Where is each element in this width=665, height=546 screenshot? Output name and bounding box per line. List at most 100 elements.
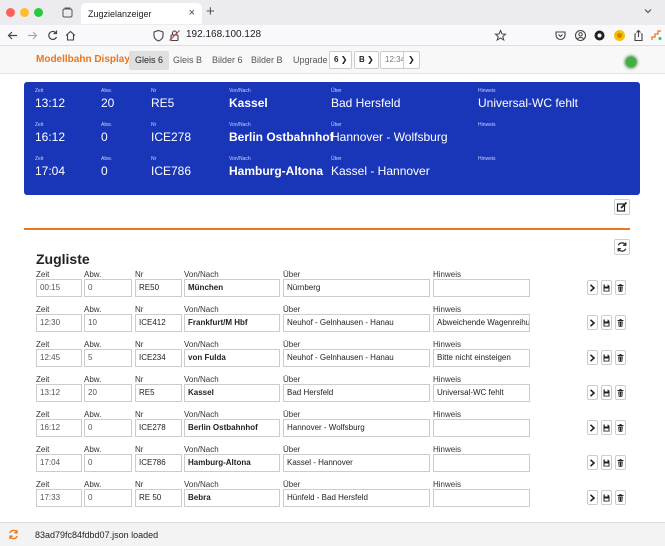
save-button[interactable] — [601, 455, 612, 470]
play-button[interactable] — [587, 315, 598, 330]
ueber-input[interactable]: Nürnberg — [283, 279, 430, 297]
nr-input[interactable]: RE 50 — [135, 489, 182, 507]
vonnach-input[interactable]: Berlin Ostbahnhof — [184, 419, 280, 437]
nav-link-upgrade[interactable]: Upgrade — [287, 51, 334, 70]
quick-button-gleis-6[interactable]: 6 ❯ — [329, 51, 353, 69]
account-icon[interactable] — [574, 29, 587, 42]
delete-button[interactable] — [615, 385, 626, 400]
vonnach-input[interactable]: Hamburg-Altona — [184, 454, 280, 472]
play-button[interactable] — [587, 455, 598, 470]
nr-input[interactable]: RE5 — [135, 384, 182, 402]
new-tab-icon[interactable]: + — [206, 3, 215, 20]
extension-badge-icon[interactable] — [613, 29, 626, 42]
minimize-window-button[interactable] — [20, 8, 29, 17]
zeit-input[interactable]: 00:15 — [36, 279, 82, 297]
play-button[interactable] — [587, 350, 598, 365]
shield-icon[interactable] — [152, 29, 165, 42]
forward-arrow-icon[interactable] — [26, 29, 39, 42]
play-button[interactable] — [587, 280, 598, 295]
vonnach-input[interactable]: Frankfurt/M Hbf — [184, 314, 280, 332]
play-icon — [589, 354, 596, 362]
ueber-input[interactable]: Bad Hersfeld — [283, 384, 430, 402]
abw-input[interactable]: 0 — [84, 454, 132, 472]
insecure-connection-icon[interactable] — [168, 29, 181, 42]
nav-link-gleis-b[interactable]: Gleis B — [167, 51, 208, 70]
save-button[interactable] — [601, 385, 612, 400]
hinweis-input[interactable] — [433, 419, 530, 437]
play-button[interactable] — [587, 490, 598, 505]
save-button[interactable] — [601, 420, 612, 435]
ueber-input[interactable]: Kassel - Hannover — [283, 454, 430, 472]
home-icon[interactable] — [64, 29, 77, 42]
delete-button[interactable] — [615, 280, 626, 295]
hinweis-input[interactable] — [433, 279, 530, 297]
bookmark-star-icon[interactable] — [494, 29, 507, 42]
nr-input[interactable]: ICE786 — [135, 454, 182, 472]
brand-title[interactable]: Modellbahn Displays — [36, 54, 135, 65]
abw-input[interactable]: 0 — [84, 419, 132, 437]
delete-button[interactable] — [615, 455, 626, 470]
vonnach-input[interactable]: von Fulda — [184, 349, 280, 367]
delete-button[interactable] — [615, 315, 626, 330]
close-tab-icon[interactable]: × — [189, 7, 195, 19]
play-icon — [589, 494, 596, 502]
edit-board-button[interactable] — [614, 199, 630, 215]
save-button[interactable] — [601, 350, 612, 365]
zeit-input[interactable]: 12:45 — [36, 349, 82, 367]
save-button[interactable] — [601, 315, 612, 330]
ueber-input[interactable]: Hannover - Wolfsburg — [283, 419, 430, 437]
board-row: Zeit 13:12 Abw. 20 Nr RE5 Von/Nach Kassel Über Ba… — [24, 88, 640, 122]
vonnach-input[interactable]: München — [184, 279, 280, 297]
hinweis-input[interactable] — [433, 489, 530, 507]
privacy-badger-icon[interactable] — [593, 29, 606, 42]
zeit-input[interactable]: 17:04 — [36, 454, 82, 472]
vonnach-input[interactable]: Bebra — [184, 489, 280, 507]
trash-icon — [617, 389, 624, 397]
chevron-down-icon[interactable] — [643, 6, 653, 16]
abw-input[interactable]: 20 — [84, 384, 132, 402]
tab-overview-icon[interactable] — [61, 6, 74, 19]
close-window-button[interactable] — [6, 8, 15, 17]
hinweis-input[interactable]: Universal-WC fehlt — [433, 384, 530, 402]
play-button[interactable] — [587, 385, 598, 400]
browser-tab[interactable]: Zugzielanzeiger × — [81, 3, 202, 24]
zeit-input[interactable]: 12:30 — [36, 314, 82, 332]
nr-input[interactable]: ICE278 — [135, 419, 182, 437]
back-arrow-icon[interactable] — [6, 29, 19, 42]
delete-button[interactable] — [615, 490, 626, 505]
delete-button[interactable] — [615, 420, 626, 435]
zeit-input[interactable]: 16:12 — [36, 419, 82, 437]
save-button[interactable] — [601, 490, 612, 505]
zeit-input[interactable]: 13:12 — [36, 384, 82, 402]
play-button[interactable] — [587, 420, 598, 435]
vonnach-input[interactable]: Kassel — [184, 384, 280, 402]
zeit-input[interactable]: 17:33 — [36, 489, 82, 507]
address-bar[interactable]: 192.168.100.128 — [186, 29, 261, 40]
reload-icon[interactable] — [46, 29, 59, 42]
save-button[interactable] — [601, 280, 612, 295]
pocket-icon[interactable] — [554, 29, 567, 42]
nr-input[interactable]: ICE234 — [135, 349, 182, 367]
abw-input[interactable]: 5 — [84, 349, 132, 367]
abw-input[interactable]: 0 — [84, 279, 132, 297]
abw-input[interactable]: 10 — [84, 314, 132, 332]
nav-link-bilder-b[interactable]: Bilder B — [245, 51, 289, 70]
zoom-window-button[interactable] — [34, 8, 43, 17]
hinweis-input[interactable]: Bitte nicht einsteigen — [433, 349, 530, 367]
ueber-input[interactable]: Hünfeld - Bad Hersfeld — [283, 489, 430, 507]
refresh-list-button[interactable] — [614, 239, 630, 255]
abw-input[interactable]: 0 — [84, 489, 132, 507]
hinweis-input[interactable]: Abweichende Wagenreihung — [433, 314, 530, 332]
nav-link-bilder-6[interactable]: Bilder 6 — [206, 51, 249, 70]
hinweis-input[interactable] — [433, 454, 530, 472]
nr-input[interactable]: RE50 — [135, 279, 182, 297]
quick-button-gleis-b[interactable]: B ❯ — [354, 51, 379, 69]
nr-input[interactable]: ICE412 — [135, 314, 182, 332]
time-forward-button[interactable]: ❯ — [403, 51, 420, 69]
nav-link-gleis-6[interactable]: Gleis 6 — [129, 51, 170, 70]
ueber-input[interactable]: Neuhof - Gelnhausen - Hanau — [283, 314, 430, 332]
extensions-icon[interactable] — [650, 29, 663, 42]
delete-button[interactable] — [615, 350, 626, 365]
share-icon[interactable] — [632, 29, 645, 42]
ueber-input[interactable]: Neuhof - Gelnhausen - Hanau — [283, 349, 430, 367]
